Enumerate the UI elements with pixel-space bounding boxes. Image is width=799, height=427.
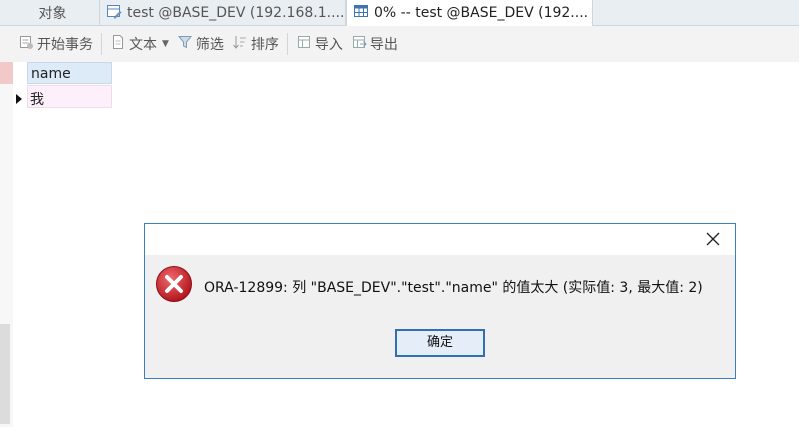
ok-button[interactable]: 确定 [395,329,485,357]
close-icon[interactable] [705,231,721,247]
import-label: 导入 [314,37,343,53]
tab-objects-label: 对象 [38,5,67,22]
table-grid-icon [353,3,369,23]
tab-bar: 对象 test @BASE_DEV (192.168.1.... 0% -- t… [0,0,799,26]
sort-label: 排序 [250,37,279,53]
error-dialog: ORA-12899: 列 "BASE_DEV"."test"."name" 的值… [144,223,736,379]
column-header-name[interactable]: name [27,62,112,84]
tab-table-data[interactable]: 0% -- test @BASE_DEV (192.... [346,0,593,26]
begin-transaction-label: 开始事务 [37,37,93,53]
sort-icon [232,34,248,54]
search-icon[interactable] [0,62,13,84]
error-message: ORA-12899: 列 "BASE_DEV"."test"."name" 的值… [204,280,703,296]
current-row-indicator-icon [16,94,22,104]
dialog-title-bar [145,224,735,255]
table-design-icon [106,3,122,23]
tab-objects[interactable]: 对象 [0,0,100,25]
error-icon [155,265,193,303]
text-label: 文本 [129,37,157,53]
toolbar: 开始事务 文本 ▼ 筛选 排序 导入 导出 [0,26,799,62]
tab-table-design-label: test @BASE_DEV (192.168.1.... [127,4,345,21]
begin-transaction-button[interactable]: 开始事务 [18,26,93,62]
export-button[interactable]: 导出 [351,26,398,62]
transaction-icon [18,34,34,54]
text-button[interactable]: 文本 ▼ [110,26,169,62]
sort-button[interactable]: 排序 [232,26,279,62]
export-label: 导出 [369,37,398,53]
document-icon [110,34,126,54]
export-icon [351,34,367,54]
toolbar-divider [286,33,288,55]
import-icon [296,34,312,54]
funnel-icon [177,34,193,54]
chevron-down-icon: ▼ [162,39,169,49]
import-button[interactable]: 导入 [296,26,343,62]
vertical-scrollbar-thumb[interactable] [0,324,10,424]
filter-label: 筛选 [195,37,224,53]
tab-table-data-label: 0% -- test @BASE_DEV (192.... [374,5,589,21]
left-panel-strip [0,62,13,427]
toolbar-divider [101,33,102,55]
tab-table-design[interactable]: test @BASE_DEV (192.168.1.... [100,0,346,25]
grid-cell[interactable]: 我 [27,85,112,108]
filter-button[interactable]: 筛选 [177,26,224,62]
